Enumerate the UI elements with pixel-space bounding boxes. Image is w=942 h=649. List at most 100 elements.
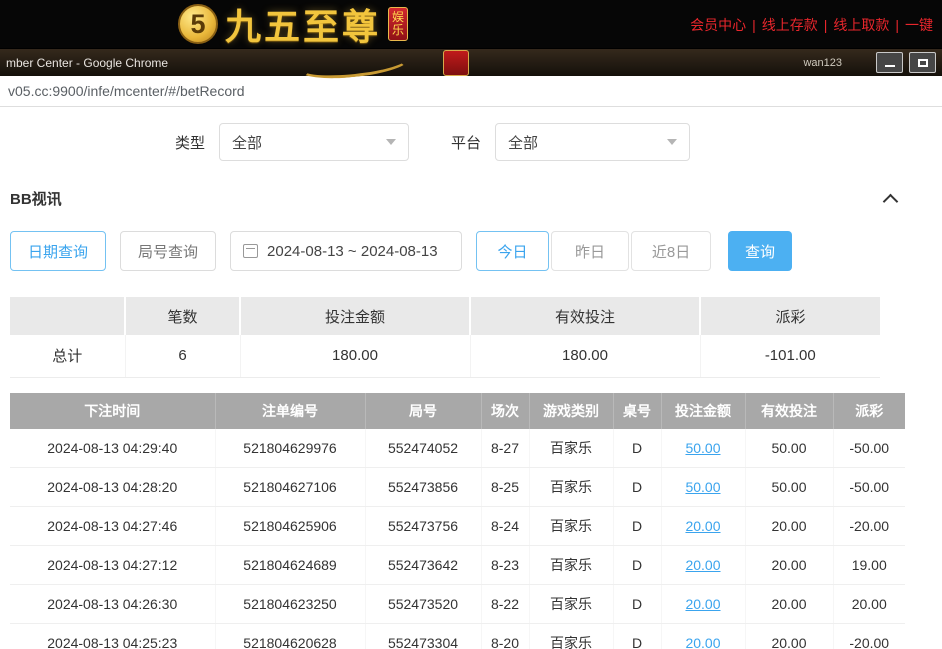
bet-amount-link[interactable]: 50.00 <box>685 440 720 456</box>
bet-table-body: 2024-08-13 04:29:40521804629976552474052… <box>10 429 905 649</box>
table-row: 2024-08-13 04:25:23521804620628552473304… <box>10 624 905 649</box>
bet-amount-link[interactable]: 20.00 <box>685 518 720 534</box>
cell-round-no: 552473520 <box>365 585 481 624</box>
address-bar[interactable]: v05.cc:9900/infe/mcenter/#/betRecord <box>0 76 942 107</box>
link-separator: | <box>824 17 828 33</box>
cell-valid-bet: 20.00 <box>745 546 833 585</box>
top-links: 会员中心 | 线上存款 | 线上取款 | 一键 <box>685 15 938 35</box>
top-link[interactable]: 会员中心 <box>690 17 746 33</box>
cell-bet-amount: 20.00 <box>661 585 745 624</box>
cell-round-no: 552473856 <box>365 468 481 507</box>
summary-header-row: 笔数投注金额有效投注派彩 <box>10 297 880 335</box>
summary-header-cell: 派彩 <box>700 297 880 335</box>
cell-round-no: 552473642 <box>365 546 481 585</box>
section-header: BB视讯 <box>10 188 896 209</box>
bet-amount-link[interactable]: 20.00 <box>685 557 720 573</box>
quick-range-group: 今日 昨日 近8日 <box>476 231 711 271</box>
round-query-tab[interactable]: 局号查询 <box>120 231 216 271</box>
cell-table-no: D <box>613 546 661 585</box>
cell-payout: -50.00 <box>833 468 905 507</box>
cell-game-type: 百家乐 <box>529 429 613 468</box>
cell-bet-amount: 20.00 <box>661 507 745 546</box>
summary-bet-amount: 180.00 <box>240 335 470 377</box>
cell-order-no: 521804623250 <box>215 585 365 624</box>
last-8-days-button[interactable]: 近8日 <box>631 231 711 271</box>
cell-session: 8-22 <box>481 585 529 624</box>
type-filter-select[interactable]: 全部 <box>219 123 409 161</box>
cell-bet-amount: 50.00 <box>661 468 745 507</box>
cell-round-no: 552473756 <box>365 507 481 546</box>
bet-header-cell: 局号 <box>365 393 481 429</box>
minimize-button[interactable] <box>876 52 903 73</box>
summary-header-cell: 有效投注 <box>470 297 700 335</box>
site-logo: 5 九五至尊 娱乐 <box>178 0 408 50</box>
date-query-tab[interactable]: 日期查询 <box>10 231 106 271</box>
site-header: 5 九五至尊 娱乐 会员中心 | 线上存款 | 线上取款 | 一键 <box>0 0 942 48</box>
account-name: wan123 <box>803 57 842 69</box>
cell-payout: 20.00 <box>833 585 905 624</box>
summary-total-label: 总计 <box>10 335 125 377</box>
cell-valid-bet: 50.00 <box>745 468 833 507</box>
logo-coin-icon: 5 <box>178 4 218 44</box>
red-seal-icon <box>443 50 469 76</box>
bet-header-cell: 下注时间 <box>10 393 215 429</box>
bet-amount-link[interactable]: 20.00 <box>685 635 720 649</box>
cell-order-no: 521804624689 <box>215 546 365 585</box>
table-row: 2024-08-13 04:29:40521804629976552474052… <box>10 429 905 468</box>
today-button[interactable]: 今日 <box>476 231 549 271</box>
table-row: 2024-08-13 04:27:46521804625906552473756… <box>10 507 905 546</box>
top-link[interactable]: 线上存款 <box>762 17 818 33</box>
yesterday-button[interactable]: 昨日 <box>551 231 629 271</box>
summary-valid-bet: 180.00 <box>470 335 700 377</box>
chevron-down-icon <box>386 139 396 145</box>
bet-header-cell: 游戏类别 <box>529 393 613 429</box>
collapse-chevron-up-icon[interactable] <box>883 194 899 210</box>
cell-payout: -50.00 <box>833 429 905 468</box>
cell-valid-bet: 20.00 <box>745 585 833 624</box>
cell-time: 2024-08-13 04:25:23 <box>10 624 215 649</box>
bet-header-cell: 注单编号 <box>215 393 365 429</box>
cell-game-type: 百家乐 <box>529 468 613 507</box>
bet-header-cell: 桌号 <box>613 393 661 429</box>
cell-bet-amount: 50.00 <box>661 429 745 468</box>
summary-header-cell <box>10 297 125 335</box>
cell-order-no: 521804629976 <box>215 429 365 468</box>
top-link[interactable]: 一键 <box>905 17 933 33</box>
window-title-bar: mber Center - Google Chrome wan123 <box>0 48 942 76</box>
date-range-input[interactable]: 2024-08-13 ~ 2024-08-13 <box>230 231 462 271</box>
window-title: mber Center - Google Chrome <box>6 56 168 70</box>
summary-header-cell: 投注金额 <box>240 297 470 335</box>
cell-table-no: D <box>613 429 661 468</box>
calendar-icon <box>243 244 258 258</box>
search-button[interactable]: 查询 <box>728 231 792 271</box>
cell-session: 8-23 <box>481 546 529 585</box>
top-link[interactable]: 线上取款 <box>833 17 889 33</box>
cell-time: 2024-08-13 04:28:20 <box>10 468 215 507</box>
platform-filter-label: 平台 <box>451 132 481 153</box>
cell-time: 2024-08-13 04:27:12 <box>10 546 215 585</box>
link-separator: | <box>895 17 899 33</box>
url-text[interactable]: v05.cc:9900/infe/mcenter/#/betRecord <box>8 83 245 99</box>
query-toolbar: 日期查询 局号查询 2024-08-13 ~ 2024-08-13 今日 昨日 … <box>10 231 942 271</box>
bet-amount-link[interactable]: 20.00 <box>685 596 720 612</box>
main-content: 类型 全部 平台 全部 BB视讯 日期查询 局号查询 2024-08-13 ~ … <box>0 107 942 649</box>
platform-filter-value: 全部 <box>508 132 538 153</box>
bet-table-header-row: 下注时间注单编号局号场次游戏类别桌号投注金额有效投注派彩 <box>10 393 905 429</box>
cell-order-no: 521804620628 <box>215 624 365 649</box>
date-range-value: 2024-08-13 ~ 2024-08-13 <box>267 243 438 260</box>
summary-total-row: 总计 6 180.00 180.00 -101.00 <box>10 335 880 377</box>
cell-payout: -20.00 <box>833 624 905 649</box>
type-filter-value: 全部 <box>232 132 262 153</box>
cell-valid-bet: 20.00 <box>745 507 833 546</box>
cell-time: 2024-08-13 04:27:46 <box>10 507 215 546</box>
platform-filter-select[interactable]: 全部 <box>495 123 690 161</box>
maximize-button[interactable] <box>909 52 936 73</box>
cell-session: 8-25 <box>481 468 529 507</box>
logo-text: 九五至尊 <box>225 0 381 50</box>
link-separator: | <box>752 17 756 33</box>
cell-table-no: D <box>613 585 661 624</box>
cell-session: 8-27 <box>481 429 529 468</box>
cell-valid-bet: 50.00 <box>745 429 833 468</box>
cell-game-type: 百家乐 <box>529 624 613 649</box>
bet-amount-link[interactable]: 50.00 <box>685 479 720 495</box>
